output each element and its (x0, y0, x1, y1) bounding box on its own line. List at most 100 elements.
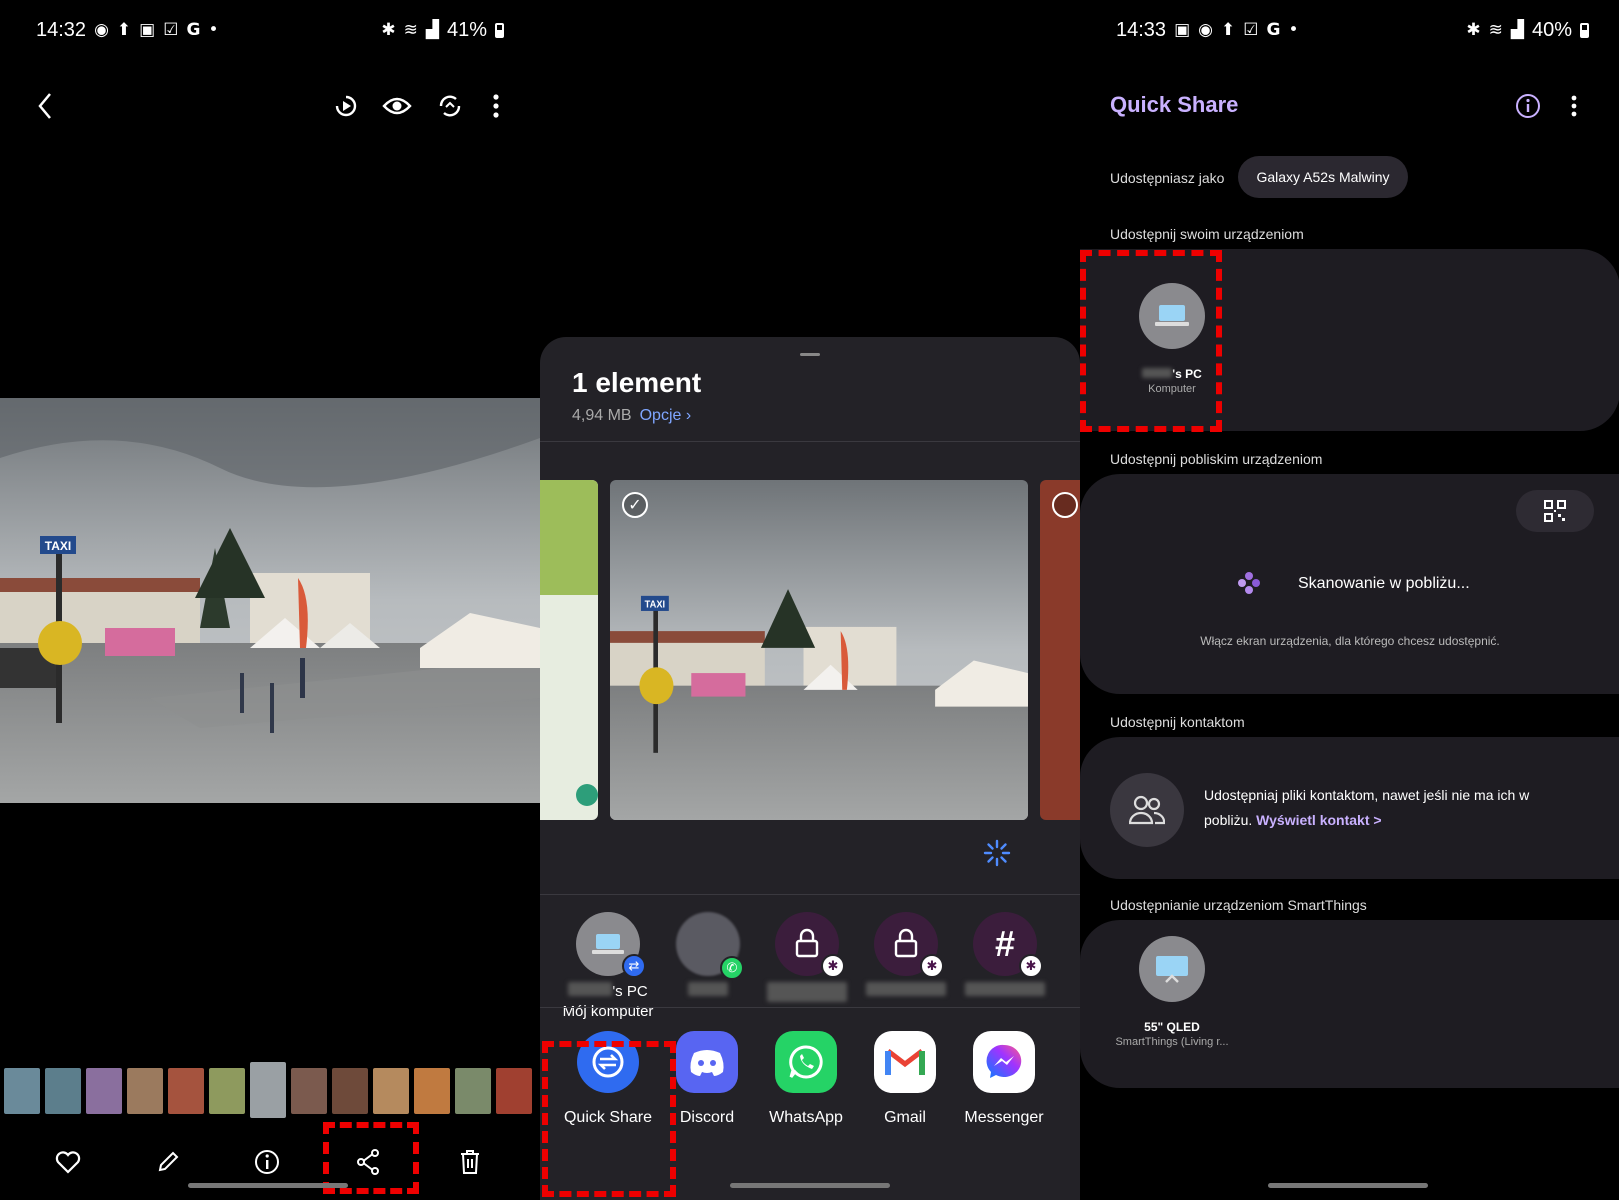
battery-percent: 41% (446, 18, 487, 41)
status-time: 14:33 (1116, 18, 1167, 41)
dot-icon: • (208, 19, 219, 40)
tv-icon (1139, 936, 1205, 1002)
more-icon[interactable] (484, 90, 508, 122)
battery-icon (1580, 22, 1589, 38)
share-sheet-screen: 1 element 4,94 MB Opcje › TAXI ✓ ⇄ 's PC… (540, 0, 1080, 1200)
direct-share-target[interactable]: ✆ (658, 912, 758, 1002)
motion-photo-icon[interactable] (330, 90, 362, 122)
channel-avatar: # ✱ (973, 912, 1043, 978)
quick-share-highlight (542, 1041, 676, 1197)
thumbnail[interactable] (496, 1068, 532, 1114)
preview-item-right[interactable] (1040, 480, 1080, 820)
app-whatsapp[interactable]: WhatsApp (756, 1031, 856, 1127)
contacts-icon (1110, 773, 1184, 847)
discord-icon (676, 1031, 738, 1093)
thumbnail[interactable] (455, 1068, 491, 1114)
section-own-devices: Udostępnij swoim urządzeniom (1110, 226, 1304, 242)
thumbnail[interactable] (86, 1068, 122, 1114)
image-icon: ▣ (1174, 19, 1191, 40)
unselected-checkbox[interactable] (1052, 492, 1078, 518)
thumbnail[interactable] (209, 1068, 245, 1114)
section-smartthings: Udostępnianie urządzeniom SmartThings (1110, 897, 1367, 913)
direct-share-target[interactable]: ✱ (757, 912, 857, 1008)
slack-badge-icon: ✱ (920, 954, 944, 978)
thumbnail[interactable] (332, 1068, 368, 1114)
preview-item-selected[interactable]: TAXI ✓ (610, 480, 1028, 820)
info-icon[interactable] (1514, 92, 1542, 120)
view-contacts-link[interactable]: Wyświetl kontakt > (1256, 812, 1381, 828)
qr-code-button[interactable] (1516, 490, 1594, 532)
section-contacts: Udostępnij kontaktom (1110, 714, 1245, 730)
smartthings-device-tile[interactable]: 55" QLED SmartThings (Living r... (1112, 936, 1232, 1048)
nearby-card: Skanowanie w pobliżu... Włącz ekran urzą… (1080, 474, 1619, 694)
direct-share-target[interactable]: ⇄ 's PC Mój komputer (558, 912, 658, 1022)
divider (540, 894, 1080, 895)
app-label: WhatsApp (769, 1109, 843, 1126)
page-title: Quick Share (1110, 92, 1239, 117)
pokemon-icon: ◉ (94, 19, 109, 40)
pokemon-icon: ◉ (1198, 19, 1213, 40)
selected-checkbox[interactable]: ✓ (622, 492, 648, 518)
smartthings-device-name: 55" QLED (1144, 1020, 1200, 1034)
sheet-title: 1 element (572, 367, 702, 398)
app-gmail[interactable]: Gmail (855, 1031, 955, 1127)
delete-icon[interactable] (454, 1148, 486, 1176)
photo: TAXI (0, 398, 540, 803)
own-device-highlight (1080, 250, 1222, 432)
upload-icon: ⬆ (116, 19, 132, 40)
gallery-viewer-screen: 14:32 ◉ ⬆ ▣ ☑ G • ✱ ≋ ▟ 41% TAXI (0, 0, 540, 1200)
app-label: Gmail (884, 1109, 926, 1126)
nearby-hint: Włącz ekran urządzenia, dla którego chce… (1200, 634, 1500, 648)
status-time: 14:32 (36, 18, 87, 41)
heart-icon[interactable] (52, 1148, 84, 1176)
thumbnail[interactable] (291, 1068, 327, 1114)
smartthings-card: 55" QLED SmartThings (Living r... (1080, 920, 1619, 1088)
image-icon: ▣ (139, 19, 156, 40)
smartthings-device-type: SmartThings (Living r... (1115, 1036, 1229, 1048)
app-messenger[interactable]: Messenger (954, 1031, 1054, 1127)
messenger-icon (973, 1031, 1035, 1093)
google-icon: G (1266, 19, 1281, 40)
info-icon[interactable] (252, 1146, 284, 1178)
channel-avatar: ✱ (874, 912, 944, 978)
share-as-label: Udostępniasz jako (1110, 170, 1225, 186)
divider (540, 1007, 1080, 1008)
thumbnail[interactable] (168, 1068, 204, 1114)
wifi-icon: ≋ (403, 19, 418, 40)
wifi-icon: ≋ (1488, 19, 1503, 40)
app-label: Messenger (964, 1109, 1044, 1126)
thumbnail[interactable] (373, 1068, 409, 1114)
quick-share-screen: 14:33 ▣ ◉ ⬆ ☑ G • ✱ ≋ ▟ 40% Quick Share … (1080, 0, 1619, 1200)
whatsapp-icon (775, 1031, 837, 1093)
remaster-icon[interactable] (434, 90, 466, 122)
direct-share-target[interactable]: ✱ (856, 912, 956, 1002)
direct-share-target[interactable]: # ✱ (955, 912, 1055, 1002)
preview-item-left[interactable] (540, 480, 598, 820)
device-name-button[interactable]: Galaxy A52s Malwiny (1238, 156, 1408, 198)
status-bar: 14:33 ▣ ◉ ⬆ ☑ G • ✱ ≋ ▟ 40% (1116, 18, 1589, 42)
pc-avatar: ⇄ (576, 912, 646, 978)
thumbnail[interactable] (127, 1068, 163, 1114)
sheet-subtitle: 4,94 MB Opcje › (572, 407, 691, 425)
contacts-card[interactable]: Udostępniaj pliki kontaktom, nawet jeśli… (1080, 737, 1619, 879)
bluetooth-icon: ✱ (1466, 19, 1481, 40)
viewer-toolbar (0, 86, 540, 126)
options-link[interactable]: Opcje › (640, 407, 692, 425)
checkbox-icon: ☑ (1243, 19, 1259, 40)
svg-text:TAXI: TAXI (645, 599, 666, 610)
channel-avatar: ✱ (775, 912, 845, 978)
thumbnail[interactable] (414, 1068, 450, 1114)
drag-handle[interactable] (800, 353, 820, 356)
edit-icon[interactable] (152, 1148, 184, 1176)
eye-icon[interactable] (381, 90, 413, 122)
dot-icon: • (1288, 19, 1299, 40)
preview-strip: TAXI ✓ (540, 480, 1080, 867)
thumbnail[interactable] (45, 1068, 81, 1114)
signal-icon: ▟ (1510, 19, 1524, 40)
thumbnail-active[interactable] (250, 1062, 286, 1118)
home-indicator (1268, 1183, 1428, 1188)
back-icon[interactable] (30, 86, 60, 126)
thumbnail[interactable] (4, 1068, 40, 1114)
home-indicator (730, 1183, 890, 1188)
more-icon[interactable] (1566, 92, 1582, 120)
